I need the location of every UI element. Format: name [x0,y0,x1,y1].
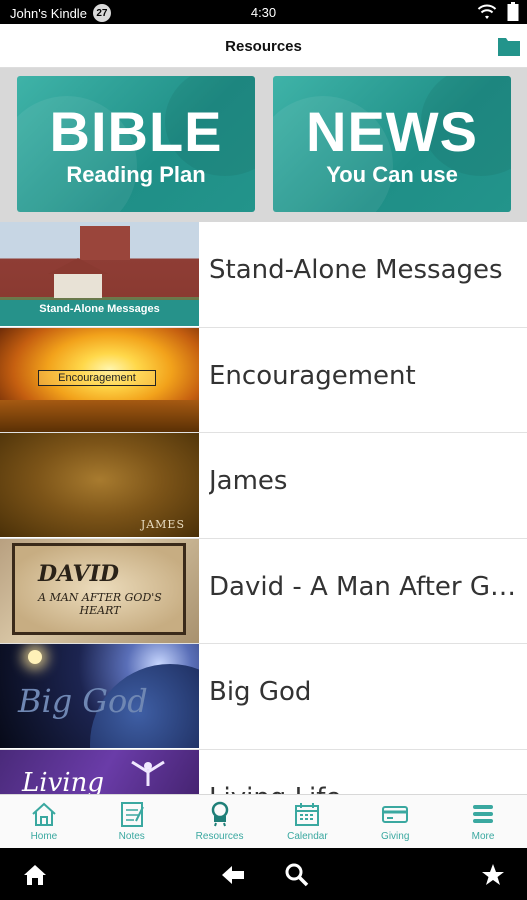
more-icon [473,805,494,823]
thumbnail-caption: Stand-Alone Messages [0,300,199,326]
resources-icon [211,801,228,827]
porch-shape [54,274,102,298]
thumbnail-caption: Encouragement [38,369,156,386]
series-list[interactable]: Stand-Alone Messages Stand-Alone Message… [0,222,527,794]
star-glow [28,650,42,664]
series-thumbnail: DAVID A MAN AFTER GOD'S HEART [0,538,199,643]
list-item[interactable]: Living Living Life [0,749,527,795]
tab-label: Calendar [287,831,328,842]
giving-icon [382,806,409,823]
list-item[interactable]: JAMES James [0,433,527,539]
roof-shape [48,258,108,274]
person-silhouette-icon [131,760,165,786]
list-item[interactable]: DAVID A MAN AFTER GOD'S HEART David - A … [0,538,527,644]
calendar-icon [295,803,320,826]
thumbnail-caption: Big God [18,682,148,720]
series-title: David - A Man After God's Heart [209,571,519,602]
star-icon[interactable] [480,862,506,888]
series-title: James [209,466,288,496]
page-title: Resources [225,38,302,55]
series-thumbnail: Encouragement [0,327,199,432]
thumbnail-caption: JAMES [140,518,185,531]
tab-label: More [471,831,495,842]
tile-title: NEWS [306,100,478,163]
status-time: 4:30 [250,5,277,20]
thumbnail-frame [12,542,186,635]
tile-subtitle: Reading Plan [66,162,206,187]
notes-icon [120,802,144,827]
series-thumbnail: Living [0,749,199,795]
series-title: Living Life [209,783,519,795]
app-header: Resources [0,24,527,68]
list-item[interactable]: Encouragement Encouragement [0,327,527,433]
folder-icon[interactable] [497,35,521,57]
tab-resources[interactable]: Resources [176,795,264,848]
thumbnail-subcaption: A MAN AFTER GOD'S HEART [38,590,162,617]
battery-icon [507,2,519,21]
wifi-icon [477,4,497,19]
tab-giving[interactable]: Giving [351,795,439,848]
tab-notes[interactable]: Notes [88,795,176,848]
tab-more[interactable]: More [439,795,527,848]
search-icon[interactable] [284,862,310,888]
thumbnail-caption: Living [22,767,104,795]
series-title: Encouragement [209,360,416,391]
bible-reading-plan-tile[interactable]: BIBLE Reading Plan [17,76,255,212]
system-nav-bar [0,848,527,900]
tab-bar: Home Notes Resources Calendar Giving Mor… [0,794,527,848]
tile-title: BIBLE [49,100,223,163]
home-icon [32,802,56,826]
home-icon[interactable] [22,862,48,888]
series-thumbnail: JAMES [0,433,199,537]
series-thumbnail: Big God [0,644,199,748]
back-arrow-icon[interactable] [220,862,246,888]
status-icons [477,2,519,22]
tab-calendar[interactable]: Calendar [263,795,351,848]
list-item[interactable]: Big God Big God [0,644,527,750]
news-you-can-use-tile[interactable]: NEWS You Can use [273,76,511,212]
tile-subtitle: You Can use [326,162,458,187]
grass-shape [0,399,199,432]
tab-label: Resources [195,831,244,842]
thumbnail-caption: DAVID [38,560,119,587]
building-shape [80,226,130,260]
list-item[interactable]: Stand-Alone Messages Stand-Alone Message… [0,222,527,328]
status-bar: John's Kindle 27 4:30 [0,0,527,24]
tab-label: Notes [118,831,145,842]
feature-tiles: BIBLE Reading Plan NEWS You Can use [0,68,527,222]
series-title: Big God [209,677,312,707]
series-thumbnail: Stand-Alone Messages [0,222,199,326]
series-title: Stand-Alone Messages [209,255,503,285]
tab-home[interactable]: Home [0,795,88,848]
tab-label: Home [30,831,58,842]
tab-label: Giving [381,831,410,842]
